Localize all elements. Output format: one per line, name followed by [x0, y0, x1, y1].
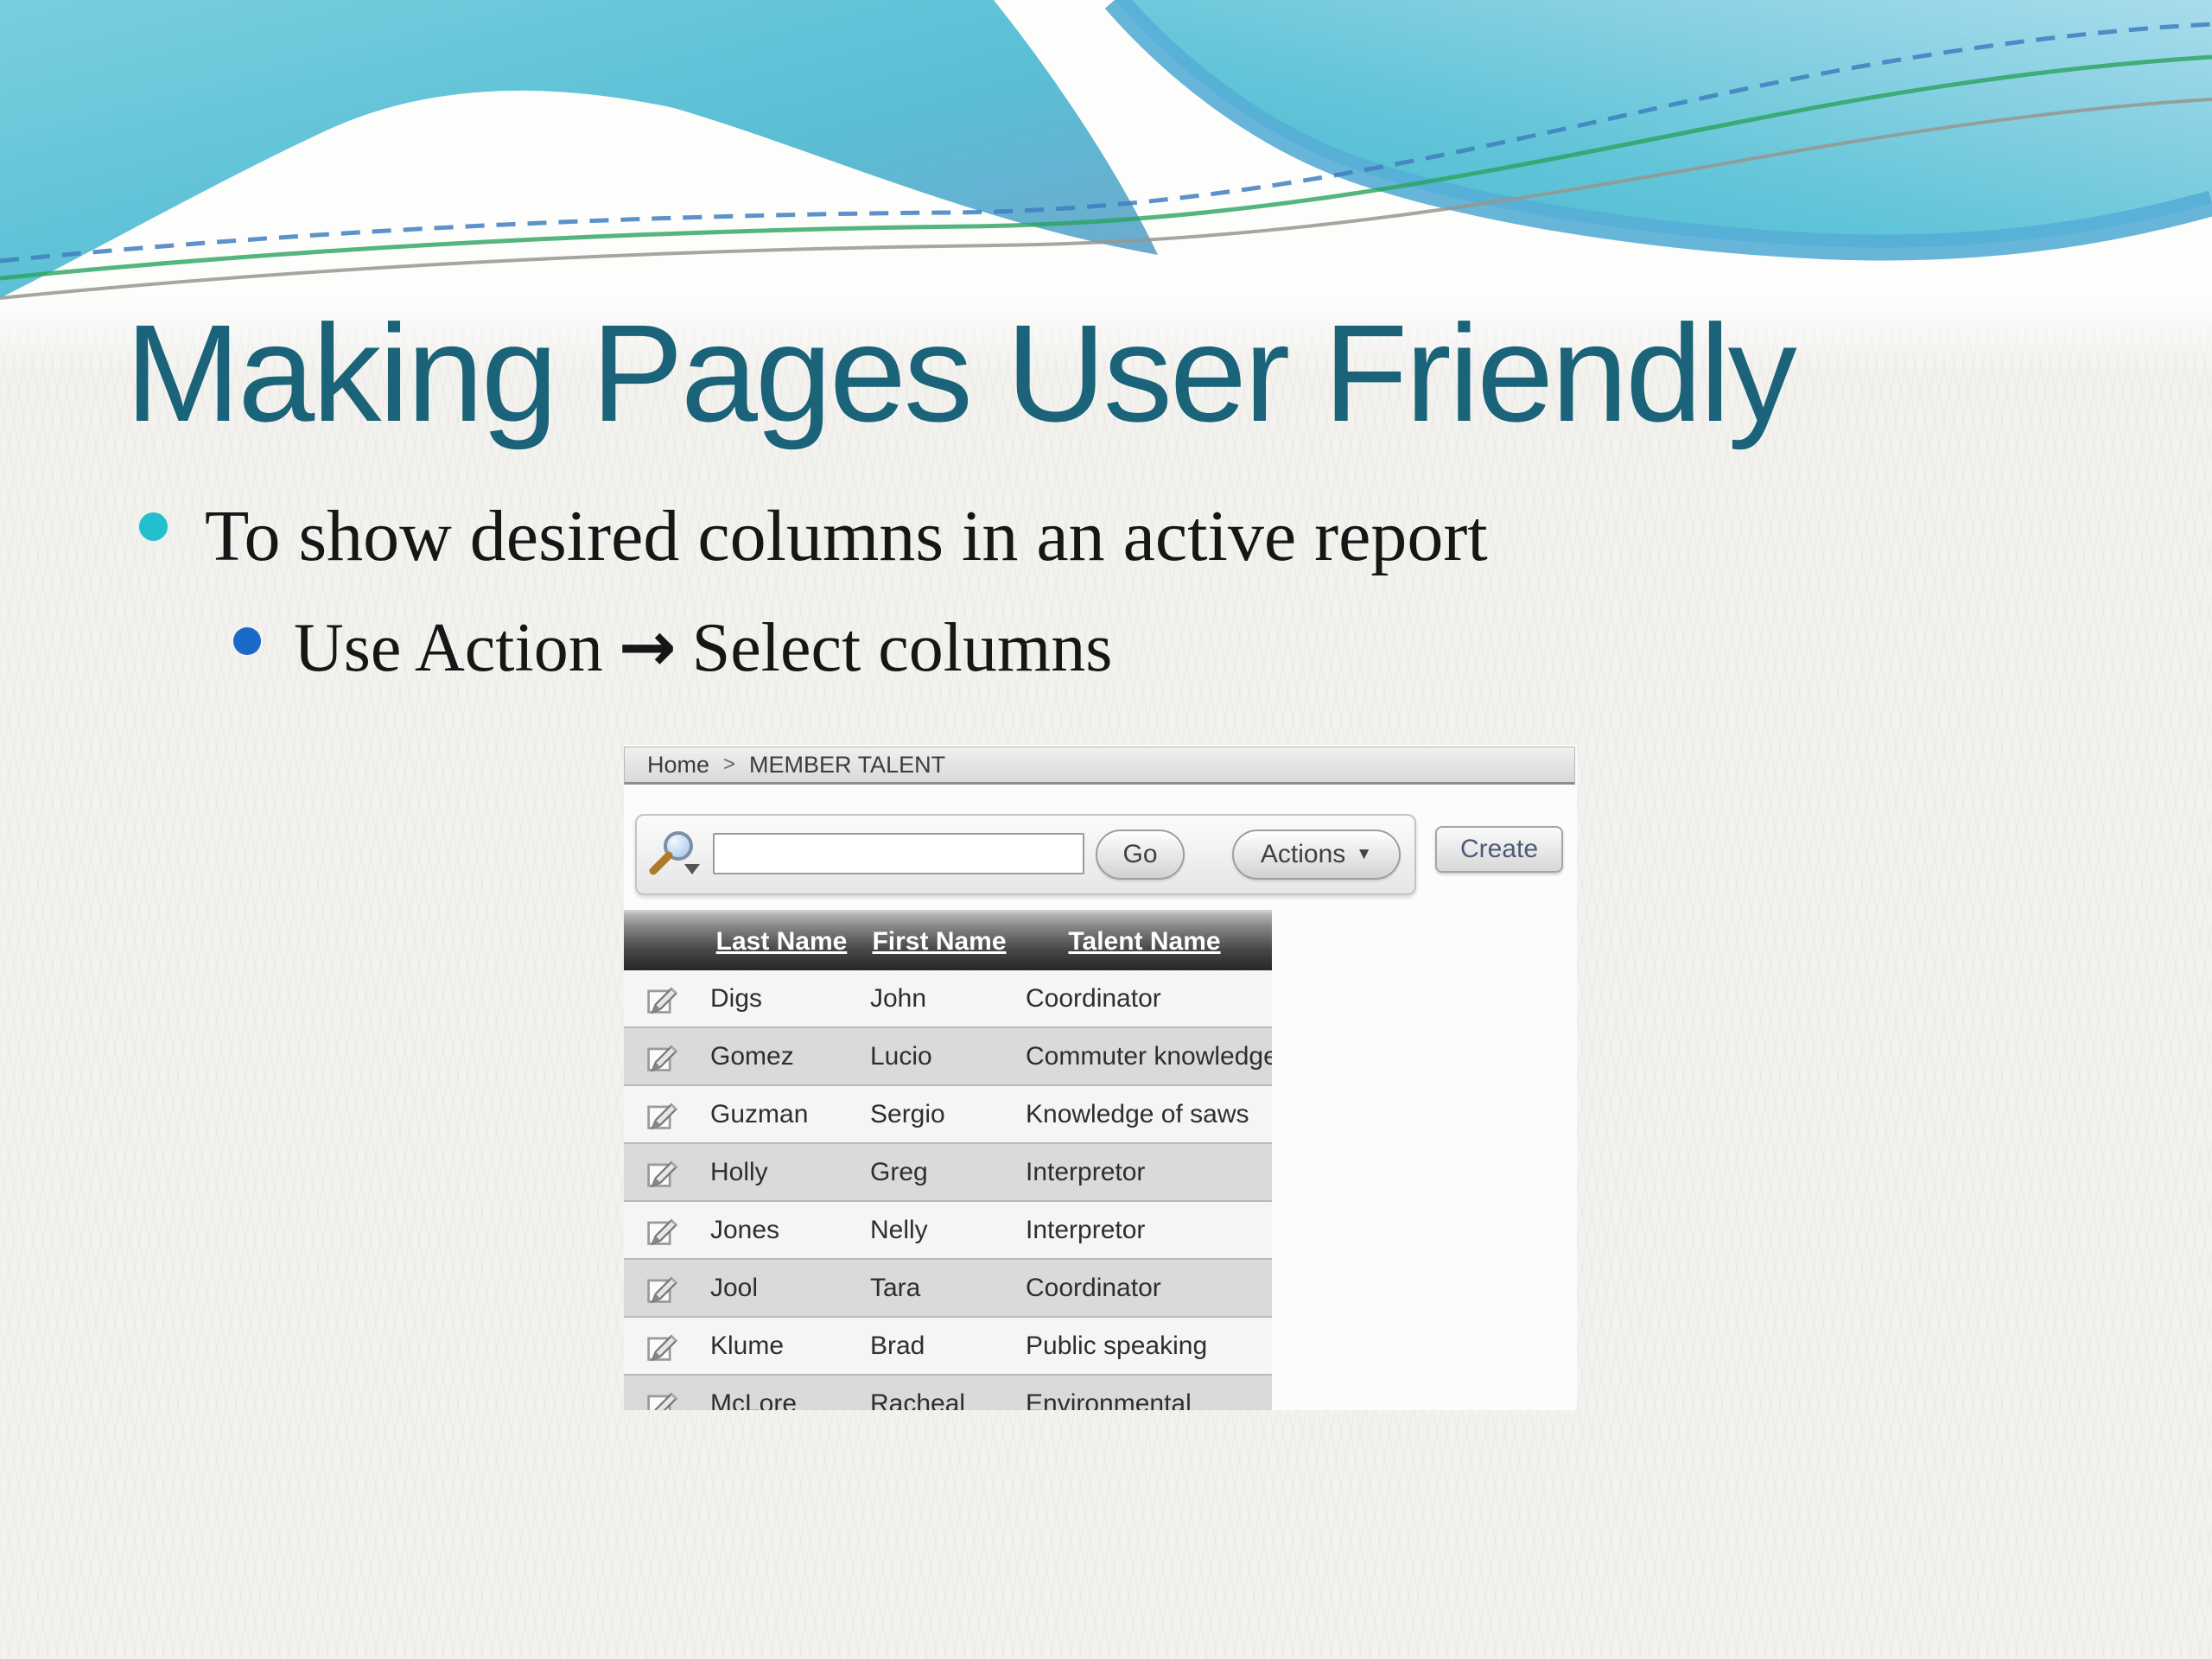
- table-row: Gomez Lucio Commuter knowledge: [624, 1028, 1272, 1086]
- edit-row-icon[interactable]: [624, 1155, 702, 1190]
- cell-last-name: McLore: [702, 1389, 861, 1411]
- breadcrumb: Home > MEMBER TALENT: [624, 747, 1575, 785]
- cell-last-name: Jool: [702, 1274, 861, 1303]
- search-input[interactable]: [713, 833, 1084, 874]
- cell-talent-name: Coordinator: [1017, 1274, 1272, 1303]
- bullet-text-level1: To show desired columns in an active rep…: [205, 494, 1488, 578]
- go-button[interactable]: Go: [1096, 830, 1185, 880]
- cell-first-name: Sergio: [861, 1100, 1017, 1129]
- cell-last-name: Guzman: [702, 1100, 861, 1129]
- edit-row-icon[interactable]: [624, 982, 702, 1016]
- cell-talent-name: Commuter knowledge: [1017, 1042, 1272, 1071]
- edit-row-icon[interactable]: [624, 1329, 702, 1363]
- edit-row-icon[interactable]: [624, 1039, 702, 1074]
- search-icon[interactable]: [644, 826, 702, 881]
- cell-first-name: Greg: [861, 1158, 1017, 1187]
- breadcrumb-home-link[interactable]: Home: [647, 752, 709, 779]
- edit-row-icon[interactable]: [624, 1213, 702, 1248]
- cell-last-name: Klume: [702, 1332, 861, 1361]
- chevron-down-icon: ▼: [1356, 845, 1372, 864]
- cell-talent-name: Public speaking: [1017, 1332, 1272, 1361]
- right-arrow-glyph: →: [619, 607, 677, 687]
- breadcrumb-separator: >: [723, 753, 735, 777]
- cell-last-name: Holly: [702, 1158, 861, 1187]
- table-row: McLore Racheal Environmental: [624, 1376, 1272, 1410]
- cell-last-name: Jones: [702, 1216, 861, 1245]
- cell-first-name: Brad: [861, 1332, 1017, 1361]
- table-row: Jones Nelly Interpretor: [624, 1202, 1272, 1260]
- search-toolbar: Go Actions ▼: [635, 814, 1416, 895]
- bullet-dot-blue: [233, 627, 261, 655]
- table-row: Jool Tara Coordinator: [624, 1260, 1272, 1318]
- bullet2-post: Select columns: [692, 610, 1113, 686]
- create-button[interactable]: Create: [1435, 826, 1563, 873]
- table-body: Digs John Coordinator Gomez Lucio Commut…: [624, 970, 1272, 1410]
- cell-first-name: Racheal: [861, 1389, 1017, 1411]
- cell-first-name: Tara: [861, 1274, 1017, 1303]
- bullet-dot-cyan: [139, 512, 168, 541]
- cell-talent-name: Interpretor: [1017, 1158, 1272, 1187]
- column-header-talent-name[interactable]: Talent Name: [1017, 927, 1272, 957]
- cell-first-name: Nelly: [861, 1216, 1017, 1245]
- table-header-row: Last Name First Name Talent Name: [624, 910, 1272, 970]
- cell-talent-name: Coordinator: [1017, 984, 1272, 1014]
- table-row: Guzman Sergio Knowledge of saws: [624, 1086, 1272, 1144]
- bullet2-pre: Use Action: [294, 610, 603, 686]
- table-row: Klume Brad Public speaking: [624, 1318, 1272, 1376]
- cell-last-name: Gomez: [702, 1042, 861, 1071]
- edit-row-icon[interactable]: [624, 1387, 702, 1411]
- breadcrumb-current-page: MEMBER TALENT: [749, 752, 945, 779]
- bullet-text-level2: Use Action→Select columns: [294, 607, 1112, 688]
- edit-row-icon[interactable]: [624, 1271, 702, 1306]
- go-button-label: Go: [1122, 840, 1157, 869]
- cell-last-name: Digs: [702, 984, 861, 1014]
- actions-button-label: Actions: [1261, 840, 1345, 869]
- cell-talent-name: Knowledge of saws: [1017, 1100, 1272, 1129]
- cell-talent-name: Interpretor: [1017, 1216, 1272, 1245]
- actions-button[interactable]: Actions ▼: [1232, 830, 1401, 880]
- report-table: Last Name First Name Talent Name Digs Jo…: [624, 910, 1272, 1410]
- cell-first-name: Lucio: [861, 1042, 1017, 1071]
- column-header-first-name[interactable]: First Name: [861, 927, 1017, 957]
- edit-row-icon[interactable]: [624, 1097, 702, 1132]
- table-row: Holly Greg Interpretor: [624, 1144, 1272, 1202]
- create-button-label: Create: [1460, 835, 1538, 864]
- page-title: Making Pages User Friendly: [125, 301, 1795, 446]
- column-header-last-name[interactable]: Last Name: [702, 927, 861, 957]
- cell-talent-name: Environmental: [1017, 1389, 1272, 1411]
- report-screenshot: Home > MEMBER TALENT Go Actions ▼ Create…: [624, 745, 1577, 1410]
- table-row: Digs John Coordinator: [624, 970, 1272, 1028]
- cell-first-name: John: [861, 984, 1017, 1014]
